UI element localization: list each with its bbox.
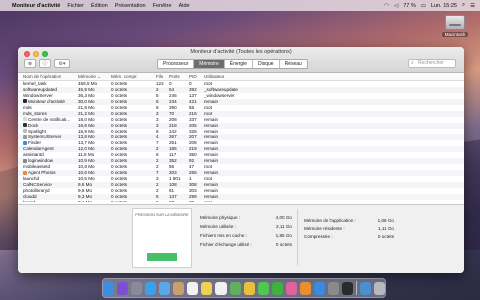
table-header: Nom de l'opération Mémoire ⌄ Mém. compr.… [18,73,464,81]
app-store-icon[interactable] [313,281,325,295]
dock-separator [356,281,357,295]
mail-icon[interactable] [159,281,171,295]
disk-label: Macintosh [442,32,468,37]
stop-process-button[interactable]: ⊗ [24,59,36,68]
maps-icon[interactable] [229,281,241,295]
memory-pressure-label: PRESSION SUR LA MÉMOIRE [135,213,189,217]
itunes-icon[interactable] [285,281,297,295]
menu-fichier[interactable]: Fichier [67,3,84,9]
search-input[interactable]: ⌕ Rechercher [408,59,456,68]
cell-ports: 67 [169,200,174,202]
search-icon: ⌕ [411,60,414,66]
tab-processeur[interactable]: Processeur [158,60,195,68]
gear-icon: ⚙▾ [58,60,66,67]
col-user[interactable]: Utilisateur [204,74,224,79]
cell-comp: 0 octets [111,200,127,202]
ibooks-icon[interactable] [299,281,311,295]
tab-bar: Processeur Mémoire Énergie Disque Réseau [157,59,308,69]
trash-icon[interactable] [373,281,386,295]
photos-icon[interactable] [243,281,255,295]
cell-mem: 9,1 Mo [78,200,92,202]
divider [297,209,298,265]
menu-presentation[interactable]: Présentation [115,3,146,9]
cell-threads: 9 [156,200,159,202]
memory-summary: PRESSION SUR LA MÉMOIRE Mémoire physique… [18,204,464,273]
reminders-icon[interactable] [215,281,227,295]
tab-disque[interactable]: Disque [253,60,280,68]
battery-icon[interactable]: ▭ [421,3,426,9]
stat-used: Mémoire utilisée :2,11 Go [200,224,292,229]
activity-monitor-window: Moniteur d'activité (Toutes les opératio… [18,47,464,273]
app-icon [23,117,27,122]
window-title: Moniteur d'activité (Toutes les opératio… [190,49,292,55]
cell-pid: 38 [189,200,194,202]
wifi-icon[interactable]: ◠ [384,3,389,9]
activity-monitor-icon[interactable] [342,281,354,295]
col-pid[interactable]: PID [189,74,197,79]
menu-bar: Moniteur d'activité Fichier Édition Prés… [0,0,480,11]
info-icon: ⓘ [42,61,48,67]
app-icon [23,170,27,175]
stat-cached: Fichiers mis en cache :1,85 Go [200,233,292,238]
system-preferences-icon[interactable] [327,281,340,295]
col-threads[interactable]: Fils [156,74,163,79]
col-ports[interactable]: Ports [169,74,180,79]
stat-wired: Mémoire résidente :1,11 Go [304,226,394,231]
tab-memoire[interactable]: Mémoire [194,60,225,68]
safari-icon[interactable] [145,281,157,295]
downloads-icon[interactable] [359,281,371,295]
app-icon [23,140,27,145]
stat-app-memory: Mémoire de l'application :1,08 Go [304,218,394,223]
menu-aide[interactable]: Aide [179,3,190,9]
search-placeholder: Rechercher [418,60,444,66]
action-menu-button[interactable]: ⚙▾ [54,59,70,68]
stat-compressed: Compressée :0 octets [304,234,394,239]
pressure-bar [147,253,177,261]
contacts-icon[interactable] [173,281,185,295]
launchpad-icon[interactable] [131,281,143,295]
stat-physical: Mémoire physique :4,00 Go [200,215,292,220]
volume-icon[interactable]: ◁ [394,3,398,9]
app-icon [23,123,27,128]
cell-name: locatd [23,200,35,202]
dock [102,278,386,298]
title-bar: Moniteur d'activité (Toutes les opératio… [18,47,464,73]
calendar-icon[interactable] [187,281,199,295]
clock[interactable]: Lun. 15:25 [431,3,457,9]
notification-center-icon[interactable]: ☰ [470,3,475,9]
menu-app-name[interactable]: Moniteur d'activité [12,3,60,9]
facetime-icon[interactable] [271,281,283,295]
cell-user: root [204,200,212,202]
desktop-disk[interactable]: Macintosh [442,15,468,37]
app-icon [23,158,27,163]
siri-icon[interactable] [117,281,129,295]
table-row[interactable]: locatd 9,1 Mo 0 octets 9 67 38 root [18,200,464,202]
app-icon [23,134,27,139]
tab-energie[interactable]: Énergie [225,60,253,68]
menu-edition[interactable]: Édition [91,3,108,9]
col-memory[interactable]: Mémoire ⌄ [78,74,101,80]
notes-icon[interactable] [201,281,213,295]
app-icon [23,129,27,133]
close-icon: ⊗ [27,60,33,67]
hard-drive-icon [445,15,465,30]
stat-swap: Fichier d'échange utilisé :0 octets [200,242,292,247]
col-compressed[interactable]: Mém. compr. [111,74,138,79]
menu-fenetre[interactable]: Fenêtre [153,3,172,9]
memory-pressure-graph: PRESSION SUR LA MÉMOIRE [132,208,192,268]
finder-icon[interactable] [102,281,115,295]
tab-reseau[interactable]: Réseau [280,60,307,68]
messages-icon[interactable] [257,281,269,295]
app-icon [23,99,27,104]
col-name[interactable]: Nom de l'opération [23,74,61,79]
inspect-button[interactable]: ⓘ [39,59,51,68]
sort-desc-icon: ⌄ [97,74,102,79]
battery-percent[interactable]: 77 % [403,3,416,9]
spotlight-icon[interactable]: ⌕ [462,2,465,9]
process-table: kernel_task 468,5 Mo 0 octets 122 0 0 root soft… [18,81,464,202]
